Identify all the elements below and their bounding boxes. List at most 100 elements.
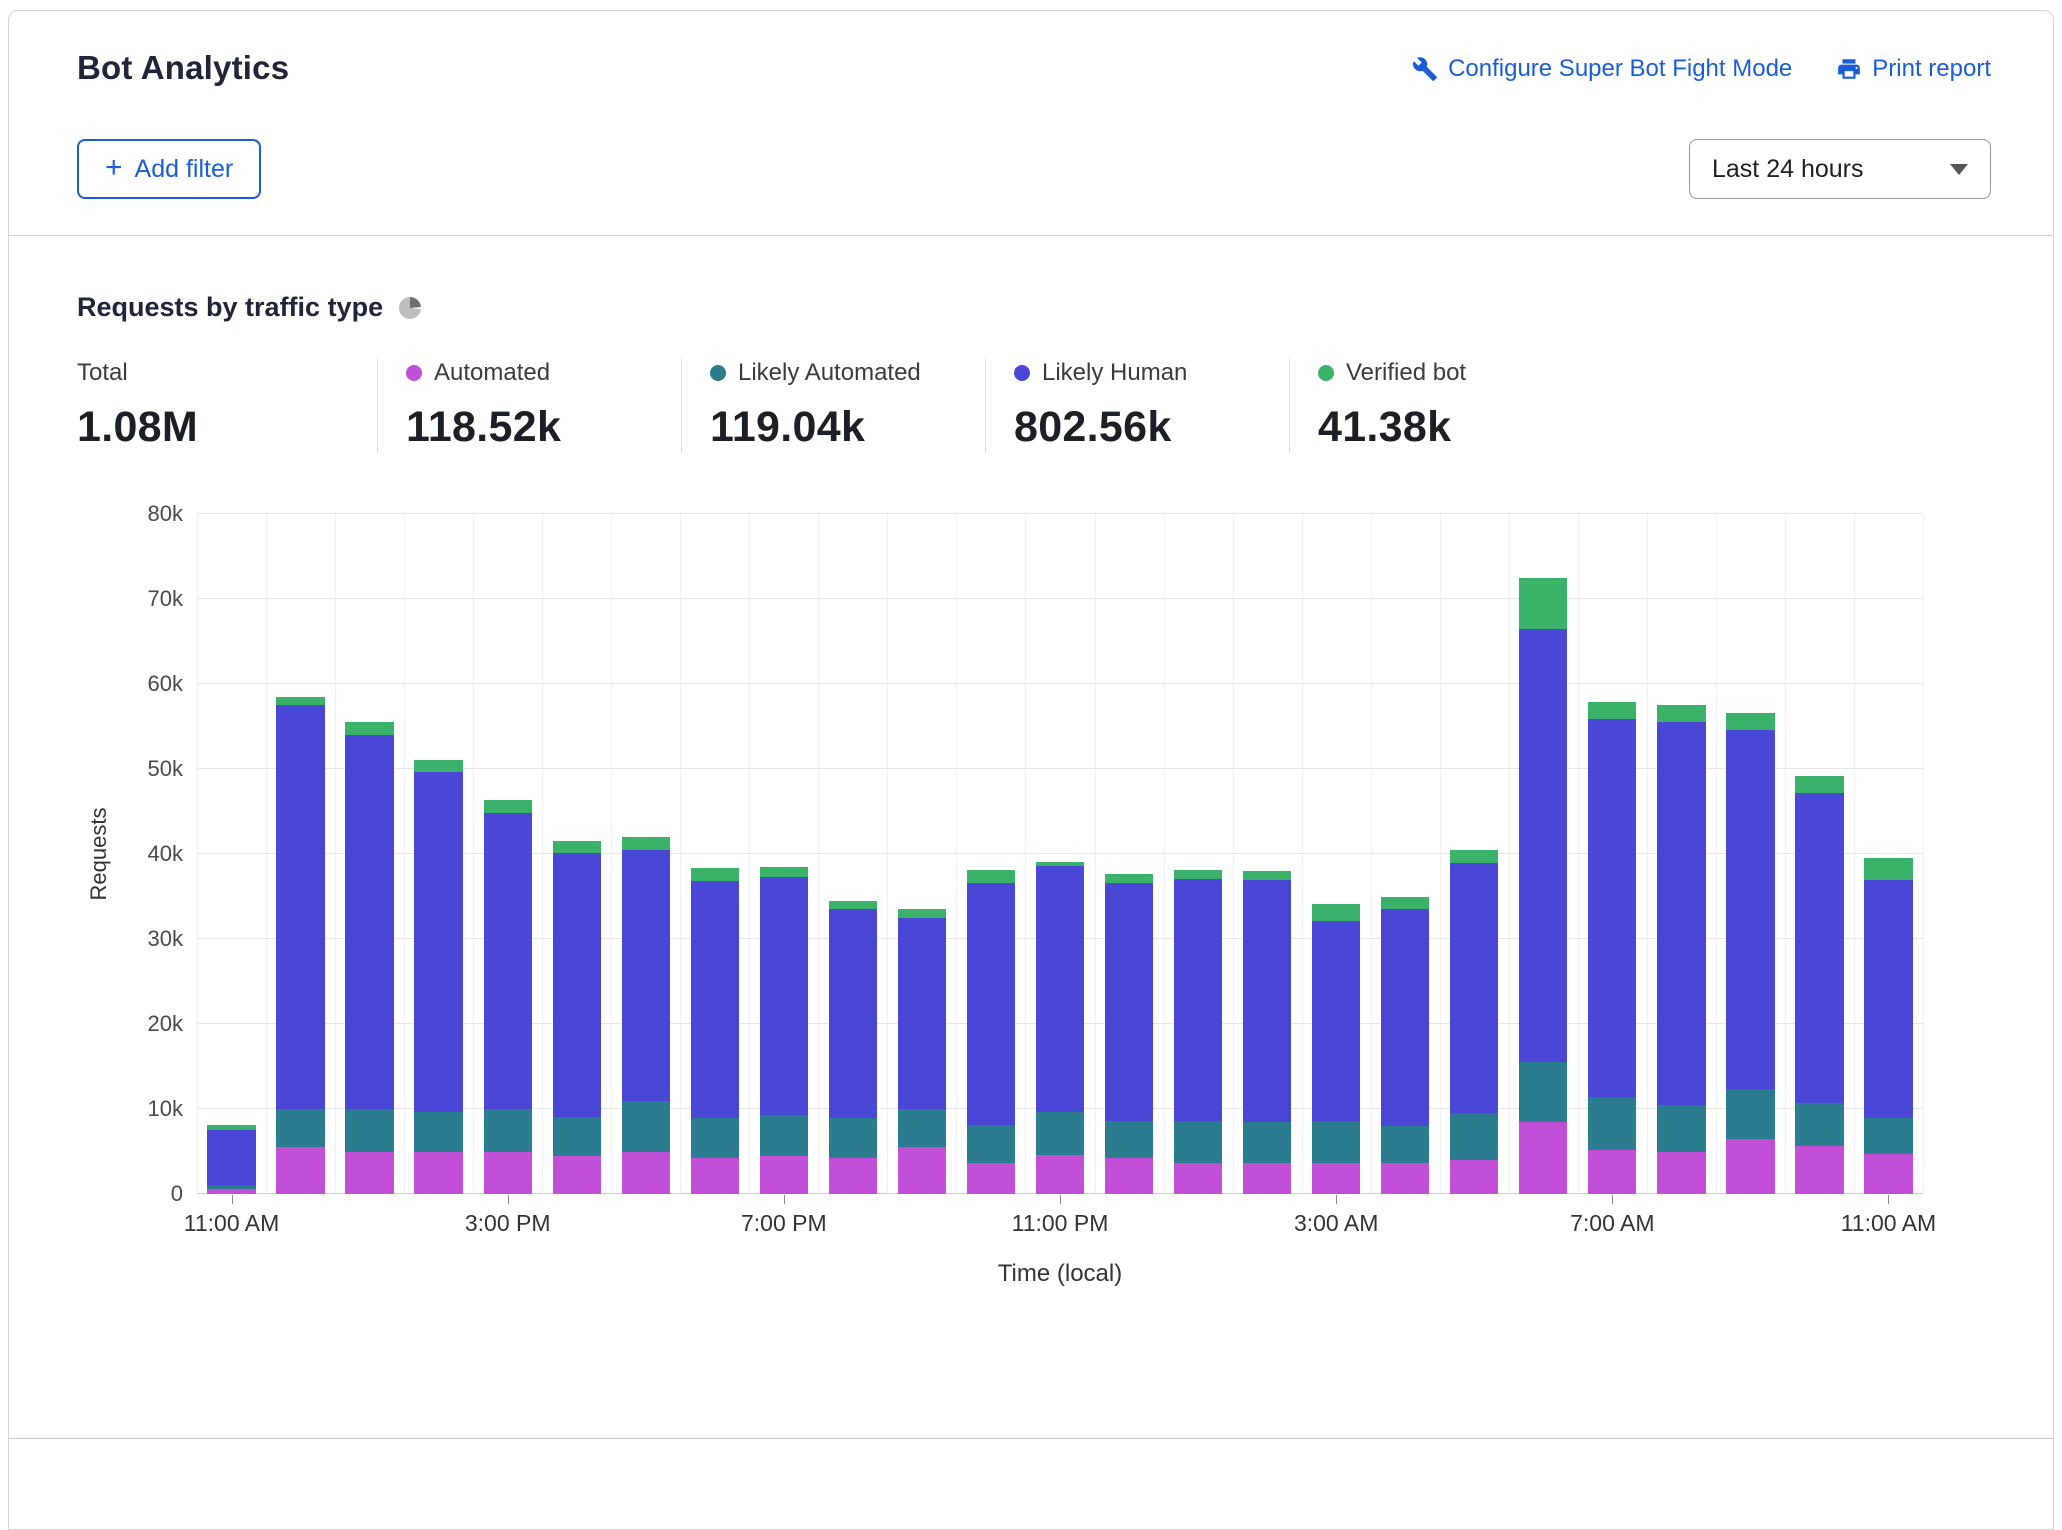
x-tick-label: 11:00 AM: [184, 1210, 279, 1237]
bar-segment-likely-automated: [691, 1118, 739, 1159]
stat-value: 1.08M: [77, 403, 357, 452]
print-report-link[interactable]: Print report: [1836, 55, 1991, 83]
gridline-y-60: [197, 683, 1923, 684]
bar-segment-likely-automated: [484, 1109, 532, 1152]
x-axis-tick-labels: 11:00 AM3:00 PM7:00 PM11:00 PM3:00 AM7:0…: [197, 1210, 1923, 1250]
requests-by-traffic-type-section: Requests by traffic type Total1.08MAutom…: [9, 236, 2053, 1288]
bar-segment-likely-automated: [345, 1109, 393, 1152]
gridline-x: [1095, 514, 1096, 1194]
stat-label: Likely Automated: [738, 359, 921, 387]
gridline-x: [197, 514, 198, 1194]
bar-8-00-am: [1657, 705, 1705, 1194]
y-axis-title: Requests: [86, 808, 112, 901]
y-tick-label: 70k: [148, 587, 183, 611]
bar-segment-verified-bot: [345, 722, 393, 735]
x-tick-mark: [1612, 1195, 1613, 1204]
gridline-x: [1440, 514, 1441, 1194]
y-tick-label: 20k: [148, 1012, 183, 1036]
stat-total: Total1.08M: [77, 359, 377, 452]
bar-segment-automated: [898, 1147, 946, 1194]
bar-segment-likely-human: [1174, 879, 1222, 1121]
bar-segment-verified-bot: [898, 909, 946, 918]
bar-segment-verified-bot: [1450, 850, 1498, 863]
bar-11-00-pm: [1036, 862, 1084, 1194]
bar-6-00-am: [1519, 578, 1567, 1194]
bar-segment-likely-human: [829, 909, 877, 1117]
x-tick-mark: [1336, 1195, 1337, 1204]
bar-segment-likely-automated: [1312, 1121, 1360, 1164]
bar-segment-likely-automated: [1657, 1105, 1705, 1152]
stat-value: 118.52k: [406, 403, 661, 452]
x-tick-mark: [784, 1195, 785, 1204]
section-title: Requests by traffic type: [77, 292, 383, 323]
legend-dot-automated: [406, 365, 422, 381]
bar-segment-likely-automated: [1036, 1112, 1084, 1155]
page-title: Bot Analytics: [77, 49, 289, 87]
bar-segment-verified-bot: [1243, 871, 1291, 880]
bar-segment-likely-human: [1036, 866, 1084, 1113]
bar-7-00-am: [1588, 702, 1636, 1194]
x-axis-title: Time (local): [197, 1260, 1923, 1288]
stat-verified-bot: Verified bot41.38k: [1289, 359, 1593, 452]
gridline-x: [1302, 514, 1303, 1194]
bar-segment-likely-automated: [967, 1125, 1015, 1163]
gridline-x: [749, 514, 750, 1194]
wrench-icon: [1412, 56, 1438, 82]
configure-super-bot-fight-mode-link[interactable]: Configure Super Bot Fight Mode: [1412, 55, 1792, 83]
bar-segment-likely-human: [1588, 719, 1636, 1097]
gridline-x: [335, 514, 336, 1194]
bar-segment-automated: [967, 1163, 1015, 1194]
bar-segment-likely-automated: [414, 1112, 462, 1152]
stat-label: Verified bot: [1346, 359, 1466, 387]
gridline-x: [1164, 514, 1165, 1194]
x-tick-label: 11:00 AM: [1841, 1210, 1936, 1237]
bar-11-00-am: [207, 1125, 255, 1194]
y-tick-label: 40k: [148, 842, 183, 866]
legend-dot-likely-human: [1014, 365, 1030, 381]
gridline-x: [956, 514, 957, 1194]
bar-segment-likely-human: [1450, 863, 1498, 1114]
bar-12-00-am: [1105, 874, 1153, 1194]
gridline-x: [1923, 514, 1924, 1194]
bar-segment-likely-human: [1105, 883, 1153, 1121]
bar-segment-automated: [1105, 1158, 1153, 1194]
bar-8-00-pm: [829, 901, 877, 1194]
bar-segment-likely-human: [1726, 730, 1774, 1090]
bar-segment-likely-automated: [553, 1117, 601, 1156]
bar-segment-likely-human: [760, 877, 808, 1115]
x-tick-label: 7:00 PM: [741, 1210, 827, 1237]
time-range-dropdown[interactable]: Last 24 hours: [1689, 139, 1991, 199]
gridline-x: [818, 514, 819, 1194]
plus-icon: +: [105, 153, 123, 183]
bot-analytics-card: Bot Analytics Configure Super Bot Fight …: [8, 10, 2054, 1530]
bar-5-00-am: [1450, 850, 1498, 1194]
bar-segment-likely-human: [553, 853, 601, 1117]
gridline-y-80: [197, 513, 1923, 514]
bar-segment-likely-human: [691, 881, 739, 1117]
bar-2-00-am: [1243, 871, 1291, 1194]
x-tick-mark: [232, 1195, 233, 1204]
bar-segment-likely-automated: [1243, 1122, 1291, 1164]
stat-automated: Automated118.52k: [377, 359, 681, 452]
header-links: Configure Super Bot Fight Mode Print rep…: [1412, 49, 1991, 83]
bar-segment-likely-human: [1243, 880, 1291, 1122]
y-tick-label: 0: [171, 1182, 183, 1206]
bar-segment-verified-bot: [1588, 702, 1636, 719]
bar-segment-likely-automated: [1105, 1121, 1153, 1158]
bar-segment-likely-automated: [1864, 1118, 1912, 1155]
bar-1-00-am: [1174, 870, 1222, 1194]
bar-segment-automated: [1312, 1163, 1360, 1194]
bar-2-00-pm: [414, 760, 462, 1194]
bar-segment-likely-automated: [1381, 1126, 1429, 1163]
y-tick-label: 10k: [148, 1097, 183, 1121]
add-filter-button[interactable]: + Add filter: [77, 139, 261, 199]
x-tick-mark: [1888, 1195, 1889, 1204]
bar-1-00-pm: [345, 722, 393, 1194]
bar-segment-likely-automated: [829, 1118, 877, 1159]
bar-segment-automated: [622, 1152, 670, 1195]
bar-segment-likely-automated: [1726, 1089, 1774, 1138]
bar-segment-verified-bot: [414, 760, 462, 772]
bar-segment-likely-automated: [898, 1109, 946, 1147]
gridline-x: [680, 514, 681, 1194]
bar-segment-verified-bot: [967, 870, 1015, 883]
